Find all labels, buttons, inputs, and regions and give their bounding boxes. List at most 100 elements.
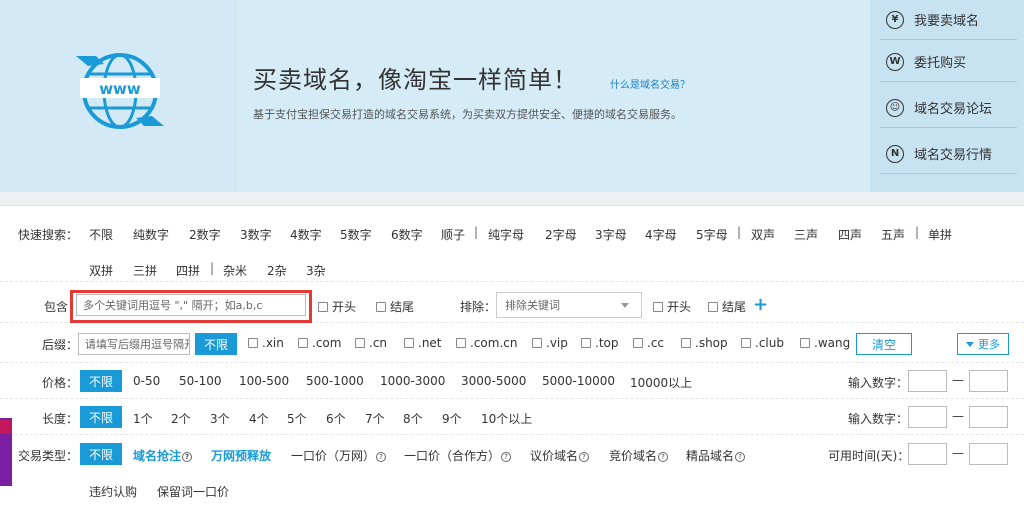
suffix-checkbox[interactable]: .wang — [800, 336, 850, 350]
forum-link[interactable]: ☺ 域名交易论坛 — [880, 88, 1017, 128]
suffix-checkbox[interactable]: .cn — [355, 336, 387, 350]
quick-search-row: 快速搜索： 不限 纯数字 2数字 3数字 4数字 5数字 6数字 顺子 | 纯字… — [0, 206, 1024, 282]
price-all-button[interactable]: 不限 — [80, 370, 122, 392]
suffix-all-button[interactable]: 不限 — [195, 333, 237, 355]
price-option[interactable]: 50-100 — [179, 374, 222, 388]
quick-option[interactable]: 5字母 — [696, 226, 728, 243]
banner: www 买卖域名，像淘宝一样简单！ 什么是域名交易？ 基于支付宝担保交易打造的域… — [0, 0, 1024, 192]
price-option[interactable]: 500-1000 — [306, 374, 364, 388]
quick-option[interactable]: 5数字 — [340, 226, 372, 243]
banner-subtitle: 基于支付宝担保交易打造的域名交易系统，为买卖双方提供安全、便捷的域名交易服务。 — [253, 108, 682, 121]
range-dash: — — [952, 373, 964, 387]
length-option[interactable]: 5个 — [287, 410, 307, 427]
quick-option[interactable]: 3字母 — [595, 226, 627, 243]
quick-option[interactable]: 4数字 — [290, 226, 322, 243]
price-option[interactable]: 100-500 — [239, 374, 289, 388]
suffix-checkbox[interactable]: .net — [404, 336, 442, 350]
quick-option[interactable]: 3杂 — [306, 262, 326, 279]
quick-option[interactable]: 四声 — [838, 226, 862, 243]
quick-option[interactable]: 2数字 — [189, 226, 221, 243]
length-option[interactable]: 10个以上 — [481, 410, 532, 427]
length-option[interactable]: 4个 — [249, 410, 269, 427]
suffix-checkbox[interactable]: .xin — [248, 336, 284, 350]
trade-option[interactable]: 议价域名? — [530, 447, 590, 464]
suffix-input[interactable]: 请填写后缀用逗号隔开 — [78, 333, 190, 355]
price-min-input[interactable] — [908, 370, 947, 392]
trade-option[interactable]: 保留词一口价 — [157, 483, 229, 500]
time-min-input[interactable] — [908, 443, 947, 465]
suffix-checkbox[interactable]: .club — [741, 336, 784, 350]
side-float-tab-accent — [0, 420, 12, 434]
quick-option[interactable]: 3数字 — [240, 226, 272, 243]
suffix-checkbox[interactable]: .shop — [681, 336, 728, 350]
quick-option[interactable]: 顺子 — [441, 226, 465, 243]
trade-option[interactable]: 一口价（合作方）? — [404, 447, 512, 464]
exclude-start-checkbox[interactable]: 开头 — [653, 298, 691, 315]
price-option[interactable]: 0-50 — [133, 374, 160, 388]
market-trend-link[interactable]: N 域名交易行情 — [880, 134, 1017, 174]
trade-option[interactable]: 一口价（万网）? — [291, 447, 387, 464]
length-all-button[interactable]: 不限 — [80, 406, 122, 428]
length-option[interactable]: 3个 — [210, 410, 230, 427]
suffix-checkbox[interactable]: .com.cn — [456, 336, 517, 350]
suffix-checkbox[interactable]: .com — [298, 336, 341, 350]
what-is-domain-trade-link[interactable]: 什么是域名交易？ — [610, 76, 690, 91]
time-max-input[interactable] — [969, 443, 1008, 465]
price-max-input[interactable] — [969, 370, 1008, 392]
quick-option[interactable]: 2杂 — [267, 262, 287, 279]
more-suffix-button[interactable]: 更多 — [957, 333, 1009, 355]
quick-option[interactable]: 不限 — [89, 226, 113, 243]
length-option[interactable]: 7个 — [365, 410, 385, 427]
entrust-buy-link[interactable]: W 委托购买 — [880, 42, 1017, 82]
length-option[interactable]: 6个 — [326, 410, 346, 427]
suffix-checkbox[interactable]: .cc — [633, 336, 664, 350]
quick-option[interactable]: 单拼 — [928, 226, 952, 243]
length-option[interactable]: 9个 — [442, 410, 462, 427]
price-option[interactable]: 1000-3000 — [380, 374, 445, 388]
quick-option[interactable]: 纯字母 — [488, 226, 524, 243]
contain-end-checkbox[interactable]: 结尾 — [376, 298, 414, 315]
exclude-keyword-select[interactable]: 排除关键词 — [496, 292, 642, 318]
suffix-label: 后缀： — [42, 338, 79, 352]
contain-start-checkbox[interactable]: 开头 — [318, 298, 356, 315]
length-max-input[interactable] — [969, 406, 1008, 428]
sell-domain-link[interactable]: ¥ 我要卖域名 — [880, 0, 1017, 40]
price-option[interactable]: 10000以上 — [630, 374, 692, 391]
trade-option[interactable]: 精品域名? — [686, 447, 746, 464]
quick-option[interactable]: 四拼 — [176, 262, 200, 279]
separator: | — [474, 225, 479, 239]
length-min-input[interactable] — [908, 406, 947, 428]
trade-option-hot[interactable]: 域名抢注? — [133, 447, 193, 464]
exclude-end-checkbox[interactable]: 结尾 — [708, 298, 746, 315]
trade-option-hot[interactable]: 万网预释放 — [211, 447, 271, 464]
highlight-frame — [70, 290, 312, 323]
quick-option[interactable]: 三拼 — [133, 262, 157, 279]
suffix-checkbox[interactable]: .top — [581, 336, 618, 350]
quick-option[interactable]: 三声 — [794, 226, 818, 243]
quick-option[interactable]: 4字母 — [645, 226, 677, 243]
trade-type-label: 交易类型： — [18, 449, 79, 463]
suffix-checkbox[interactable]: .vip — [532, 336, 568, 350]
yen-icon: ¥ — [886, 10, 904, 29]
length-option[interactable]: 2个 — [171, 410, 191, 427]
trade-option[interactable]: 违约认购 — [89, 483, 137, 500]
side-item-label: 委托购买 — [914, 56, 967, 71]
add-exclude-icon[interactable]: + — [753, 294, 768, 315]
quick-option[interactable]: 杂米 — [223, 262, 247, 279]
clear-suffix-button[interactable]: 清空 — [856, 333, 912, 355]
quick-option[interactable]: 2字母 — [545, 226, 577, 243]
quick-option[interactable]: 6数字 — [391, 226, 423, 243]
length-input-label: 输入数字： — [848, 412, 909, 426]
quick-option[interactable]: 双拼 — [89, 262, 113, 279]
quick-option[interactable]: 双声 — [751, 226, 775, 243]
side-item-label: 域名交易论坛 — [914, 102, 993, 117]
price-option[interactable]: 3000-5000 — [461, 374, 526, 388]
quick-option[interactable]: 五声 — [881, 226, 905, 243]
price-option[interactable]: 5000-10000 — [542, 374, 615, 388]
quick-option[interactable]: 纯数字 — [133, 226, 169, 243]
length-option[interactable]: 1个 — [133, 410, 153, 427]
length-label: 长度： — [42, 412, 79, 426]
trade-option[interactable]: 竞价域名? — [609, 447, 669, 464]
length-option[interactable]: 8个 — [403, 410, 423, 427]
trade-all-button[interactable]: 不限 — [80, 443, 122, 465]
